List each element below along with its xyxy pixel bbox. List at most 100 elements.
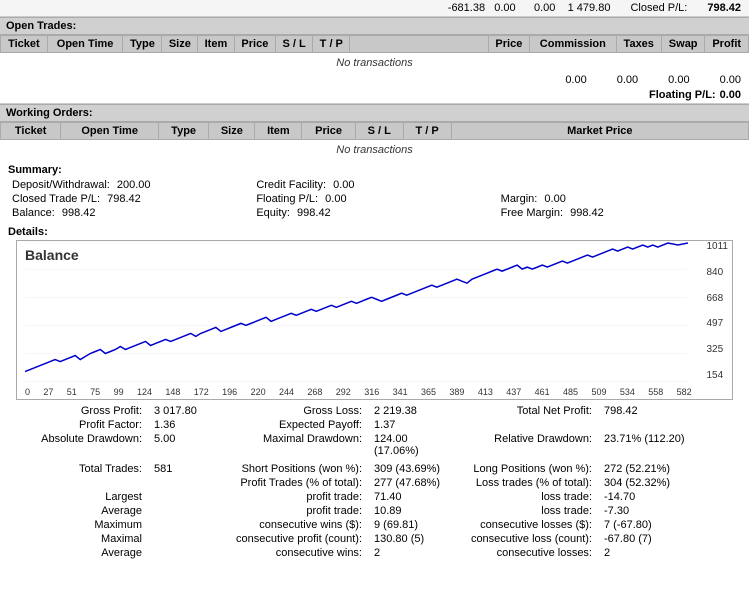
col-ticket: Ticket <box>1 36 48 53</box>
free-margin-label: Free Margin: <box>501 207 563 219</box>
profit-trades-value: 277 (47.68%) <box>368 476 448 490</box>
col-price: Price <box>234 36 275 53</box>
avg-consec-losses-value: 2 <box>598 546 741 560</box>
x-label: 244 <box>279 387 294 397</box>
summary-section: Summary: Deposit/Withdrawal: 200.00 Cred… <box>0 160 749 224</box>
summary-cell <box>497 178 741 192</box>
stats-section: Gross Profit: 3 017.80 Gross Loss: 2 219… <box>0 402 749 562</box>
max-consec-losses-label: consecutive losses ($): <box>448 518 598 532</box>
maximal-consec-profit-label: consecutive profit (count): <box>228 532 368 546</box>
x-label: 220 <box>251 387 266 397</box>
wo-col-price: Price <box>302 123 355 140</box>
floating-pl-value: 0.00 <box>720 89 741 101</box>
x-label: 0 <box>25 387 30 397</box>
largest-loss-value: -14.70 <box>598 490 741 504</box>
x-label: 534 <box>620 387 635 397</box>
average-profit-label: profit trade: <box>228 504 368 518</box>
summary-cell: Free Margin: 998.42 <box>497 206 741 220</box>
subtotal-3: 0.00 <box>668 74 689 86</box>
loss-trades-label: Loss trades (% of total): <box>448 476 598 490</box>
x-label: 268 <box>307 387 322 397</box>
wo-col-item: Item <box>255 123 302 140</box>
x-label: 148 <box>165 387 180 397</box>
summary-cell: Closed Trade P/L: 798.42 <box>8 192 252 206</box>
profit-trades-label: Profit Trades (% of total): <box>228 476 368 490</box>
col-sl: S / L <box>276 36 313 53</box>
expected-payoff-label: Expected Payoff: <box>228 418 368 432</box>
y-label-1: 1011 <box>706 241 728 252</box>
maximal-consec-profit-value: 130.80 (5) <box>368 532 448 546</box>
col-swap: Swap <box>661 36 704 53</box>
stats-row-4: Total Trades: 581 Short Positions (won %… <box>8 462 741 476</box>
open-trades-no-data: No transactions <box>1 53 749 74</box>
long-positions-value: 272 (52.21%) <box>598 462 741 476</box>
total-trades-label: Total Trades: <box>8 462 148 476</box>
rel-drawdown-value: 23.71% (112.20) <box>598 432 741 458</box>
x-label: 99 <box>114 387 124 397</box>
margin-label: Margin: <box>501 193 538 205</box>
working-orders-table: Ticket Open Time Type Size Item Price S … <box>0 122 749 160</box>
stats-row-7: Average profit trade: 10.89 loss trade: … <box>8 504 741 518</box>
stats-row-5: Profit Trades (% of total): 277 (47.68%)… <box>8 476 741 490</box>
max-consec-losses-value: 7 (-67.80) <box>598 518 741 532</box>
summary-cell: Balance: 998.42 <box>8 206 252 220</box>
avg-consec-wins-label: consecutive wins: <box>228 546 368 560</box>
equity-label: Equity: <box>256 207 290 219</box>
maximal-consec-loss-label: consecutive loss (count): <box>448 532 598 546</box>
col-tp: T / P <box>313 36 350 53</box>
wo-col-market-price: Market Price <box>451 123 748 140</box>
average-profit-value: 10.89 <box>368 504 448 518</box>
summary-cell: Floating P/L: 0.00 <box>252 192 496 206</box>
x-label: 558 <box>648 387 663 397</box>
stats-row-9: Maximal consecutive profit (count): 130.… <box>8 532 741 546</box>
summary-cell: Equity: 998.42 <box>252 206 496 220</box>
stats-table: Gross Profit: 3 017.80 Gross Loss: 2 219… <box>8 404 741 560</box>
open-trades-header: Open Trades: <box>0 17 749 35</box>
profit-factor-label: Profit Factor: <box>8 418 148 432</box>
total-trades-value: 581 <box>148 462 228 476</box>
details-section: Details: Balance 1011 840 668 497 325 15… <box>0 224 749 402</box>
average-loss-label: loss trade: <box>448 504 598 518</box>
long-positions-label: Long Positions (won %): <box>448 462 598 476</box>
wo-col-sl: S / L <box>355 123 403 140</box>
chart-y-labels: 1011 840 668 497 325 154 <box>706 241 728 381</box>
working-orders-no-data: No transactions <box>1 140 749 161</box>
max-drawdown-value: 124.00 (17.06%) <box>368 432 448 458</box>
credit-value: 0.00 <box>333 179 354 191</box>
gross-profit-value: 3 017.80 <box>148 404 228 418</box>
open-trades-columns: Ticket Open Time Type Size Item Price S … <box>1 36 749 53</box>
free-margin-value: 998.42 <box>570 207 604 219</box>
floating-pl2-value: 0.00 <box>325 193 346 205</box>
y-label-2: 840 <box>706 267 728 278</box>
working-orders-columns: Ticket Open Time Type Size Item Price S … <box>1 123 749 140</box>
margin-value: 0.00 <box>544 193 565 205</box>
stats-row-6: Largest profit trade: 71.40 loss trade: … <box>8 490 741 504</box>
max-consec-wins-value: 9 (69.81) <box>368 518 448 532</box>
floating-pl2-label: Floating P/L: <box>256 193 318 205</box>
summary-cell: Margin: 0.00 <box>497 192 741 206</box>
avg-consec-losses-label: consecutive losses: <box>448 546 598 560</box>
subtotal-2: 0.00 <box>617 74 638 86</box>
wo-col-tp: T / P <box>403 123 451 140</box>
short-positions-label: Short Positions (won %): <box>228 462 368 476</box>
wo-col-ticket: Ticket <box>1 123 61 140</box>
x-label: 172 <box>194 387 209 397</box>
wo-col-size: Size <box>209 123 255 140</box>
top-values: -681.38 0.00 0.00 1 479.80 <box>448 2 611 14</box>
closed-trade-pl-label: Closed Trade P/L: <box>12 193 100 205</box>
avg-consec-wins-value: 2 <box>368 546 448 560</box>
largest-profit-label: profit trade: <box>228 490 368 504</box>
y-label-4: 497 <box>706 318 728 329</box>
largest-label: Largest <box>8 490 148 504</box>
equity-value: 998.42 <box>297 207 331 219</box>
closed-trade-pl-value: 798.42 <box>107 193 141 205</box>
gross-loss-value: 2 219.38 <box>368 404 448 418</box>
x-label: 461 <box>535 387 550 397</box>
x-label: 196 <box>222 387 237 397</box>
top-bar-values: -681.38 0.00 0.00 1 479.80 Closed P/L: 7… <box>448 2 741 14</box>
loss-trades-value: 304 (52.32%) <box>598 476 741 490</box>
x-label: 582 <box>677 387 692 397</box>
balance-label: Balance: <box>12 207 55 219</box>
x-label: 413 <box>478 387 493 397</box>
stats-row-3: Absolute Drawdown: 5.00 Maximal Drawdown… <box>8 432 741 458</box>
